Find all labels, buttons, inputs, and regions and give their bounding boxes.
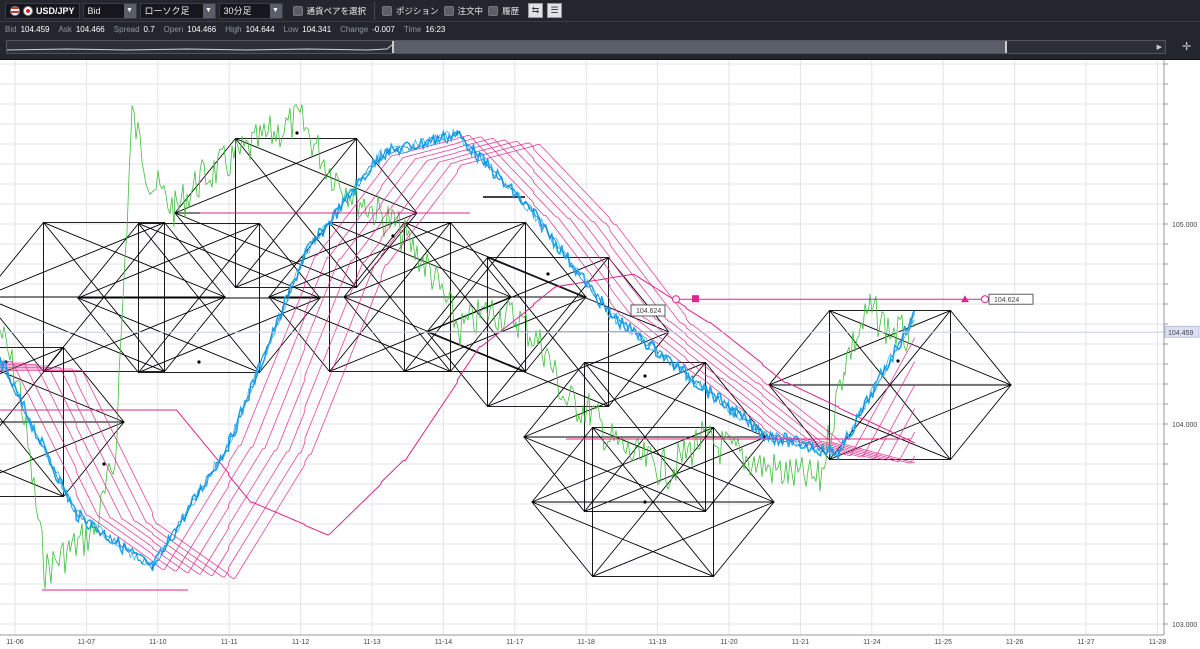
price-type-select[interactable]: Bid ▼ xyxy=(82,2,137,19)
date-tick-label: 11-07 xyxy=(78,639,95,646)
chart-type-value: ローソク足 xyxy=(144,6,190,16)
checkbox-icon xyxy=(382,5,393,16)
pattern-center-dot xyxy=(391,234,395,238)
symbol-selector[interactable]: USD/JPY xyxy=(5,2,80,19)
history-checkbox[interactable]: 履歴 xyxy=(488,5,519,17)
low-value: 104.341 xyxy=(302,24,332,34)
price-type-value: Bid xyxy=(87,5,101,16)
change-value: -0.007 xyxy=(372,24,395,34)
position-checkbox[interactable]: ポジション xyxy=(382,5,439,17)
open-label: Open xyxy=(163,24,184,34)
pattern-center-dot xyxy=(295,131,299,135)
plot-area xyxy=(0,60,1164,635)
position-label: ポジション xyxy=(396,5,439,16)
date-tick-label: 11-19 xyxy=(649,639,666,646)
zoom-icon[interactable]: ✛ xyxy=(1182,41,1192,53)
chart-layout-icon: ☰ xyxy=(550,5,559,15)
navigator-scrollbar[interactable]: ▶ xyxy=(6,40,1166,54)
navigator-bar: ▶ ✛ xyxy=(0,36,1200,60)
high-label: High xyxy=(225,24,242,34)
chart-type-select[interactable]: ローソク足 ▼ xyxy=(139,2,216,19)
date-tick-label: 11-13 xyxy=(363,639,380,646)
chart-settings-icon: ⇆ xyxy=(531,5,540,15)
checkbox-icon xyxy=(292,5,303,16)
quote-bar: Bid 104.459 Ask 104.466 Spread 0.7 Open … xyxy=(0,22,1200,36)
price-tick-label: 104.000 xyxy=(1172,422,1197,429)
price-axis-panel xyxy=(1164,60,1200,649)
alert-line-end-handle xyxy=(981,295,989,304)
scroll-right-icon[interactable]: ▶ xyxy=(1157,43,1162,51)
pair-select-checkbox[interactable]: 通貨ペアを選択 xyxy=(292,5,367,17)
date-tick-label: 11-10 xyxy=(149,639,166,646)
spread-label: Spread xyxy=(113,24,140,34)
high-value: 104.644 xyxy=(245,24,275,34)
trend-label: 104.624 xyxy=(636,308,661,315)
pattern-center-dot xyxy=(546,272,550,276)
checkbox-icon xyxy=(443,5,454,16)
pair-select-label: 通貨ペアを選択 xyxy=(306,5,367,16)
alert-line-label: 104.624 xyxy=(994,297,1019,304)
price-tick-label: 105.000 xyxy=(1172,222,1197,229)
orders-label: 注文中 xyxy=(457,5,484,16)
chevron-down-icon: ▼ xyxy=(269,3,282,18)
open-value: 104.466 xyxy=(187,24,217,34)
date-tick-label: 11-28 xyxy=(1149,639,1166,646)
pattern-center-dot xyxy=(896,359,900,363)
date-tick-label: 11-24 xyxy=(863,639,880,646)
price-chart[interactable]: 104.624 104.624 104.459 11-06 11-07 11-10 11-… xyxy=(0,60,1200,649)
low-label: Low xyxy=(283,24,299,34)
timeframe-select[interactable]: 30分足 ▼ xyxy=(218,2,283,19)
date-tick-label: 11-18 xyxy=(578,639,595,646)
alert-line-start-handle xyxy=(672,295,680,304)
navigator-window-handle[interactable] xyxy=(392,41,1007,53)
orders-checkbox[interactable]: 注文中 xyxy=(443,5,484,17)
date-tick-label: 11-20 xyxy=(720,639,737,646)
chevron-down-icon: ▼ xyxy=(202,3,215,18)
chart-toolbar: USD/JPY Bid ▼ ローソク足 ▼ 30分足 ▼ 通貨ペアを選択 ポジシ… xyxy=(0,0,1200,22)
date-tick-label: 11-27 xyxy=(1077,639,1094,646)
symbol-label: USD/JPY xyxy=(36,5,75,16)
date-tick-label: 11-21 xyxy=(792,639,809,646)
current-price-label: 104.459 xyxy=(1168,330,1193,337)
date-tick-label: 11-14 xyxy=(435,639,452,646)
time-label: Time xyxy=(403,24,422,34)
bid-value: 104.459 xyxy=(20,24,50,34)
pattern-center-dot xyxy=(643,374,647,378)
timeframe-value: 30分足 xyxy=(223,6,252,16)
bid-label: Bid xyxy=(5,24,17,34)
date-tick-label: 11-26 xyxy=(1006,639,1023,646)
history-label: 履歴 xyxy=(502,5,520,16)
date-tick-label: 11-06 xyxy=(6,639,23,646)
pattern-center-dot xyxy=(643,500,647,504)
jp-flag-icon xyxy=(23,5,33,16)
spread-value: 0.7 xyxy=(143,24,155,34)
date-tick-label: 11-17 xyxy=(506,639,523,646)
us-flag-icon xyxy=(10,5,20,16)
date-tick-label: 11-11 xyxy=(221,639,238,646)
pattern-center-dot xyxy=(197,360,201,364)
chevron-down-icon: ▼ xyxy=(123,3,136,18)
chart-layout-button[interactable]: ☰ xyxy=(547,3,563,18)
price-tick-label: 103.000 xyxy=(1172,622,1197,629)
checkbox-icon xyxy=(488,5,499,16)
toolbar-divider xyxy=(374,1,376,20)
ask-label: Ask xyxy=(58,24,72,34)
date-tick-label: 11-25 xyxy=(935,639,952,646)
date-tick-label: 11-12 xyxy=(292,639,309,646)
ask-value: 104.466 xyxy=(75,24,105,34)
change-label: Change xyxy=(340,24,369,34)
chart-settings-button[interactable]: ⇆ xyxy=(528,3,544,18)
alert-line-square-handle xyxy=(692,295,699,303)
time-value: 16:23 xyxy=(425,24,446,34)
